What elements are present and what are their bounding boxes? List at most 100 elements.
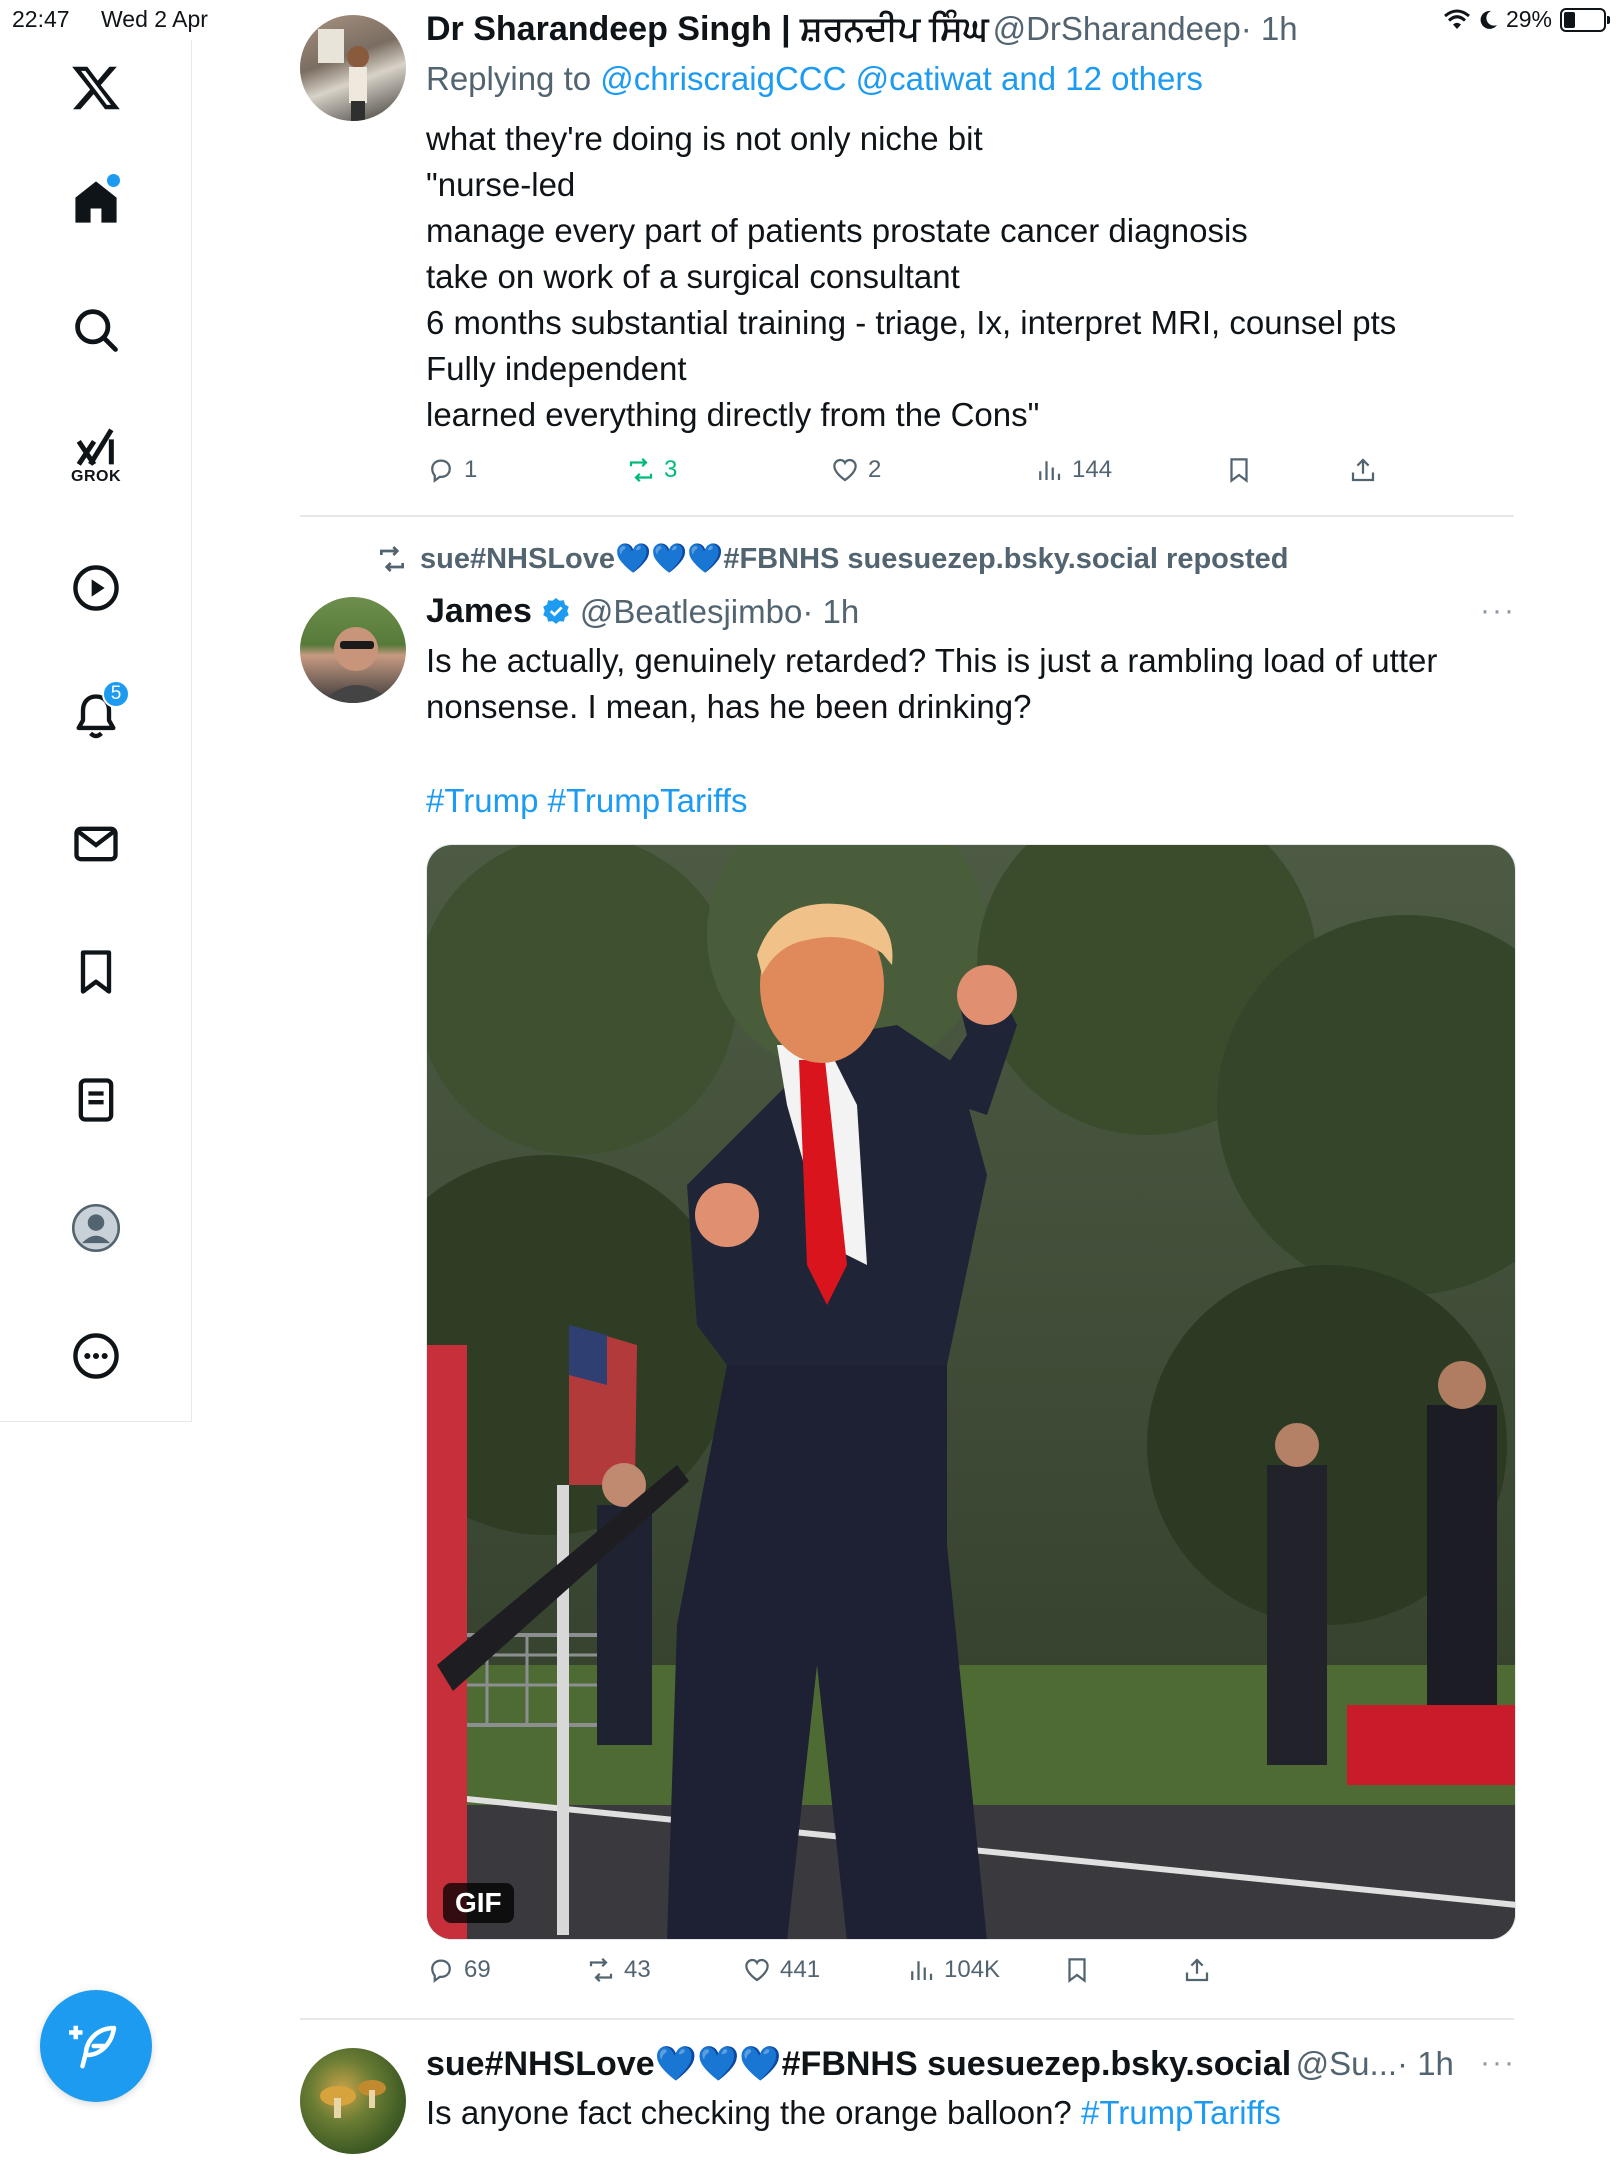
sidebar-item-lists[interactable] <box>56 1060 136 1140</box>
share-button[interactable] <box>1182 1955 1212 1985</box>
sidebar-item-explore[interactable] <box>56 290 136 370</box>
list-icon <box>78 1078 114 1122</box>
sidebar-item-bookmarks[interactable] <box>56 932 136 1012</box>
replying-to-label: Replying to <box>426 60 601 97</box>
tweet-text: Is anyone fact checking the orange ballo… <box>426 2094 1081 2131</box>
sidebar-item-home[interactable] <box>56 162 136 242</box>
tweet-header: James @Beatlesjimbo · 1h <box>426 592 859 631</box>
sidebar-item-more[interactable] <box>56 1316 136 1396</box>
grok-label: GROK <box>71 468 121 485</box>
bookmark-button[interactable] <box>1224 455 1254 485</box>
views-button[interactable]: 144 <box>1034 455 1112 485</box>
sidebar-nav: GROK 5 <box>0 40 192 1422</box>
reply-button[interactable]: 1 <box>426 455 477 485</box>
repost-label[interactable]: sue#NHSLove💙💙💙#FBNHS suesuezep.bsky.soci… <box>420 542 1289 576</box>
tweet-hashtag[interactable]: #TrumpTariffs <box>1081 2094 1281 2131</box>
heart-icon <box>833 458 857 482</box>
repost-count: 43 <box>624 1956 651 1983</box>
replying-to-link[interactable]: @chriscraigCCC @catiwat and 12 others <box>600 60 1203 97</box>
more-circle-icon <box>73 1333 119 1379</box>
divider <box>300 2018 1514 2020</box>
heart-icon <box>745 1958 769 1982</box>
divider <box>300 515 1514 517</box>
compose-feather-icon <box>69 2025 117 2069</box>
reply-icon <box>431 459 451 483</box>
search-icon <box>75 309 118 352</box>
reply-icon <box>431 1959 451 1983</box>
views-chart-icon <box>911 1961 933 1980</box>
display-name[interactable]: Dr Sharandeep Singh | ਸ਼ਰਨਦੀਪ ਸਿੰਘ <box>426 10 988 48</box>
share-icon <box>1351 458 1375 482</box>
status-time: 22:47 <box>12 6 70 32</box>
share-icon <box>1185 1958 1209 1982</box>
bookmark-icon <box>1230 458 1248 483</box>
share-button[interactable] <box>1348 455 1378 485</box>
sidebar-item-notifications[interactable]: 5 <box>56 676 136 756</box>
tweet-text-row: Is anyone fact checking the orange ballo… <box>426 2090 1281 2136</box>
tweet-time: · 1h <box>1240 10 1298 47</box>
tweet-text: Is he actually, genuinely retarded? This… <box>426 642 1438 725</box>
tweet-time: · 1h <box>1397 2045 1454 2082</box>
avatar-photo-person <box>322 627 392 703</box>
more-options-button[interactable]: ··· <box>1480 2046 1516 2080</box>
more-options-button[interactable]: ··· <box>1480 594 1516 628</box>
bookmark-button[interactable] <box>1062 1955 1092 1985</box>
views-chart-icon <box>1039 461 1061 480</box>
display-name[interactable]: sue#NHSLove💙💙💙#FBNHS suesuezep.bsky.soci… <box>426 2045 1291 2083</box>
repost-count: 3 <box>664 456 678 483</box>
repost-button[interactable]: 43 <box>586 1955 651 1985</box>
like-button[interactable]: 2 <box>830 455 881 485</box>
reply-count: 69 <box>464 1956 491 1983</box>
avatar[interactable] <box>300 597 406 703</box>
repost-icon <box>589 1957 613 1983</box>
avatar[interactable] <box>300 2048 406 2154</box>
unread-dot <box>107 174 120 187</box>
gif-dancing-man-image <box>427 845 1515 1939</box>
tweet-header: sue#NHSLove💙💙💙#FBNHS suesuezep.bsky.soci… <box>426 2044 1454 2084</box>
repost-button[interactable]: 3 <box>626 455 677 485</box>
avatar[interactable] <box>300 15 406 121</box>
repost-icon <box>380 546 404 572</box>
verified-badge-icon <box>543 597 569 624</box>
notification-badge: 5 <box>102 680 130 708</box>
sidebar-item-messages[interactable] <box>56 804 136 884</box>
repost-context: sue#NHSLove💙💙💙#FBNHS suesuezep.bsky.soci… <box>376 542 1289 576</box>
profile-avatar-icon <box>71 1203 121 1253</box>
avatar-photo-mushrooms <box>320 2080 386 2118</box>
tweet-actions: 1 3 2 144 <box>426 455 1576 495</box>
tweet-text: what they're doing is not only niche bit… <box>426 120 1397 433</box>
sidebar-item-videos[interactable] <box>56 548 136 628</box>
tweet-time: · 1h <box>802 592 860 630</box>
like-count: 2 <box>868 456 882 483</box>
bookmark-icon <box>80 950 112 994</box>
compose-post-button[interactable] <box>40 1990 152 2102</box>
x-logo-button[interactable] <box>56 48 136 128</box>
play-icon <box>73 565 119 611</box>
x-logo-icon <box>72 66 120 110</box>
user-handle[interactable]: @Su... <box>1296 2045 1397 2082</box>
reply-button[interactable]: 69 <box>426 1955 491 1985</box>
sidebar-item-profile[interactable] <box>56 1188 136 1268</box>
bookmark-icon <box>1068 1958 1086 1983</box>
grok-icon <box>76 428 114 466</box>
views-count: 144 <box>1072 456 1113 483</box>
reply-count: 1 <box>464 456 478 483</box>
tweet-header: Dr Sharandeep Singh | ਸ਼ਰਨਦੀਪ ਸਿੰਘ @DrSh… <box>426 10 1298 49</box>
user-handle[interactable]: @DrSharandeep <box>993 10 1241 47</box>
gif-badge: GIF <box>443 1883 514 1923</box>
like-button[interactable]: 441 <box>742 1955 820 1985</box>
avatar-photo-person <box>318 29 369 121</box>
sidebar-item-grok[interactable]: GROK <box>56 416 136 496</box>
like-count: 441 <box>780 1956 821 1983</box>
tweet-hashtags[interactable]: #Trump #TrumpTariffs <box>426 778 1526 824</box>
repost-icon <box>629 457 653 483</box>
timeline-feed: Dr Sharandeep Singh | ਸ਼ਰਨਦੀਪ ਸਿੰਘ @DrSh… <box>192 0 1620 2160</box>
tweet-gif-media[interactable]: GIF <box>426 844 1516 1940</box>
mail-icon <box>74 826 118 862</box>
user-handle[interactable]: @Beatlesjimbo <box>580 593 802 631</box>
tweet-actions: 69 43 441 104K <box>426 1955 1576 1995</box>
display-name[interactable]: James <box>426 592 532 631</box>
views-button[interactable]: 104K <box>906 1955 1000 1985</box>
views-count: 104K <box>944 1956 1001 1983</box>
replying-to: Replying to @chriscraigCCC @catiwat and … <box>426 60 1203 98</box>
